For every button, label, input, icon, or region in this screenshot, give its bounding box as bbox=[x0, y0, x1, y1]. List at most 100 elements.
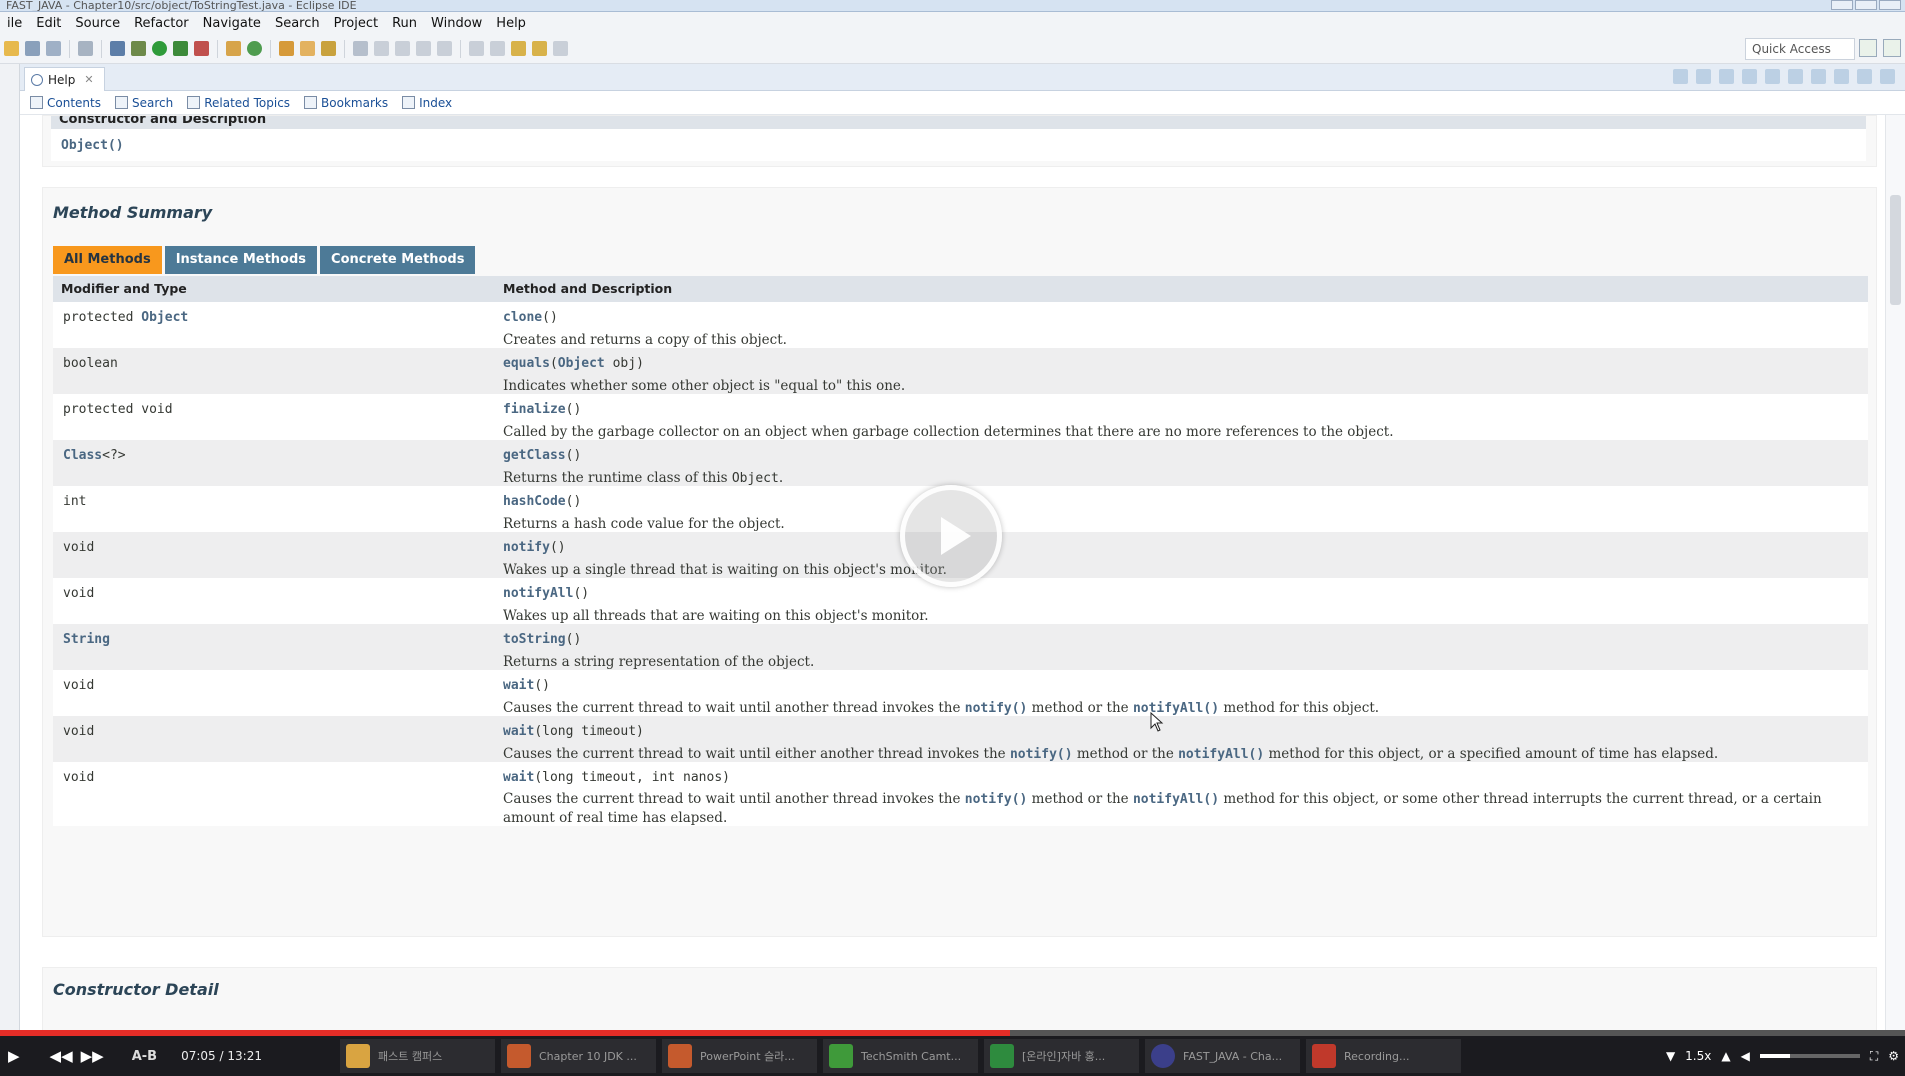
method-link-finalize[interactable]: finalize bbox=[503, 402, 566, 417]
run-icon[interactable] bbox=[152, 41, 167, 56]
method-link-notify[interactable]: notify bbox=[503, 540, 550, 555]
method-link-equals[interactable]: equals bbox=[503, 356, 550, 371]
debug-icon[interactable] bbox=[131, 41, 146, 56]
method-link-wait[interactable]: wait bbox=[503, 678, 534, 693]
settings-icon[interactable]: ⚙ bbox=[1888, 1049, 1899, 1063]
fullscreen-icon[interactable]: ⛶ bbox=[1870, 1049, 1878, 1064]
tab-concrete-methods[interactable]: Concrete Methods bbox=[320, 246, 476, 274]
menu-help[interactable]: Help bbox=[489, 16, 533, 31]
nav-index[interactable]: Index bbox=[402, 96, 452, 110]
search-tool-icon[interactable] bbox=[321, 41, 336, 56]
home-icon[interactable] bbox=[1696, 69, 1711, 84]
play-button-icon[interactable]: ▶ bbox=[8, 1047, 20, 1065]
block-icon[interactable] bbox=[416, 41, 431, 56]
tab-all-methods[interactable]: All Methods bbox=[53, 246, 162, 274]
last-edit-icon[interactable] bbox=[511, 41, 526, 56]
toggle-icon[interactable] bbox=[395, 41, 410, 56]
menu-navigate[interactable]: Navigate bbox=[196, 16, 268, 31]
volume-icon[interactable]: ◀ bbox=[1741, 1049, 1750, 1063]
rewind-icon[interactable]: ◀◀ bbox=[50, 1047, 73, 1065]
coverage-icon[interactable] bbox=[173, 41, 188, 56]
menu-search[interactable]: Search bbox=[268, 16, 327, 31]
new-java-project-icon[interactable] bbox=[226, 41, 241, 56]
type-link[interactable]: Object bbox=[141, 310, 188, 325]
menu-refactor[interactable]: Refactor bbox=[127, 16, 196, 31]
notifyall-link[interactable]: notifyAll() bbox=[1178, 747, 1264, 762]
method-link-wait-timeout-nanos[interactable]: wait bbox=[503, 770, 534, 785]
skip-breakpoints-icon[interactable] bbox=[110, 41, 125, 56]
maximize-button[interactable] bbox=[1855, 0, 1877, 10]
scroll-thumb[interactable] bbox=[1890, 195, 1901, 305]
open-type-icon[interactable] bbox=[279, 41, 294, 56]
external-tools-icon[interactable] bbox=[194, 41, 209, 56]
tab-instance-methods[interactable]: Instance Methods bbox=[164, 246, 318, 274]
method-link-tostring[interactable]: toString bbox=[503, 632, 566, 647]
maximize-view-icon[interactable] bbox=[1880, 69, 1895, 84]
back-icon[interactable] bbox=[532, 41, 547, 56]
taskbar-item[interactable]: 패스트 캠퍼스 bbox=[340, 1039, 495, 1073]
object-constructor-link[interactable]: Object() bbox=[61, 138, 124, 153]
notify-link[interactable]: notify() bbox=[1010, 747, 1073, 762]
open-task-icon[interactable] bbox=[300, 41, 315, 56]
nav-search[interactable]: Search bbox=[114, 96, 173, 110]
annotation-icon[interactable] bbox=[353, 41, 368, 56]
menu-run[interactable]: Run bbox=[385, 16, 424, 31]
forward-arrow-icon[interactable] bbox=[1811, 69, 1826, 84]
param-type-link[interactable]: Object bbox=[558, 356, 605, 371]
bookmark-page-icon[interactable] bbox=[1742, 69, 1757, 84]
method-link-clone[interactable]: clone bbox=[503, 310, 542, 325]
java-perspective-icon[interactable] bbox=[1883, 39, 1901, 57]
paragraph-icon[interactable] bbox=[437, 41, 452, 56]
open-perspective-icon[interactable] bbox=[1859, 39, 1877, 57]
save-all-icon[interactable] bbox=[46, 41, 61, 56]
print-icon[interactable] bbox=[78, 41, 93, 56]
view-menu-icon[interactable] bbox=[1834, 69, 1849, 84]
notify-link[interactable]: notify() bbox=[965, 792, 1028, 807]
pen-icon[interactable] bbox=[374, 41, 389, 56]
play-overlay-button[interactable] bbox=[900, 485, 1002, 587]
menu-file[interactable]: ile bbox=[0, 16, 29, 31]
close-window-button[interactable] bbox=[1879, 0, 1901, 10]
method-link-hashcode[interactable]: hashCode bbox=[503, 494, 566, 509]
menu-edit[interactable]: Edit bbox=[29, 16, 68, 31]
taskbar-item[interactable]: Chapter 10 JDK ... bbox=[501, 1039, 656, 1073]
save-icon[interactable] bbox=[25, 41, 40, 56]
taskbar-item[interactable]: PowerPoint 슬라... bbox=[662, 1039, 817, 1073]
method-link-notifyall[interactable]: notifyAll bbox=[503, 586, 573, 601]
new-class-icon[interactable] bbox=[247, 41, 262, 56]
close-icon[interactable]: ✕ bbox=[84, 69, 93, 91]
method-link-wait-timeout[interactable]: wait bbox=[503, 724, 534, 739]
back-arrow-icon[interactable] bbox=[1788, 69, 1803, 84]
notify-link[interactable]: notify() bbox=[965, 701, 1028, 716]
ab-repeat-button[interactable]: A-B bbox=[132, 1049, 157, 1064]
minimize-view-icon[interactable] bbox=[1857, 69, 1872, 84]
taskbar-item[interactable]: TechSmith Camt... bbox=[823, 1039, 978, 1073]
forward-icon[interactable] bbox=[553, 41, 568, 56]
nav-bookmarks[interactable]: Bookmarks bbox=[304, 96, 388, 110]
notifyall-link[interactable]: notifyAll() bbox=[1133, 701, 1219, 716]
method-link-getclass[interactable]: getClass bbox=[503, 448, 566, 463]
menu-window[interactable]: Window bbox=[424, 16, 489, 31]
open-in-browser-icon[interactable] bbox=[1765, 69, 1780, 84]
fast-forward-icon[interactable]: ▶▶ bbox=[81, 1047, 104, 1065]
next-annotation-icon[interactable] bbox=[469, 41, 484, 56]
vertical-scrollbar[interactable] bbox=[1885, 115, 1905, 1030]
tab-help[interactable]: Help ✕ bbox=[24, 67, 105, 91]
taskbar-item[interactable]: FAST_JAVA - Cha... bbox=[1145, 1039, 1300, 1073]
volume-slider[interactable] bbox=[1759, 1054, 1860, 1058]
new-icon[interactable] bbox=[4, 41, 19, 56]
minimize-button[interactable] bbox=[1831, 0, 1853, 10]
menu-project[interactable]: Project bbox=[327, 16, 385, 31]
type-link[interactable]: Class bbox=[63, 448, 102, 463]
type-link[interactable]: String bbox=[63, 632, 110, 647]
taskbar-item[interactable]: Recording... bbox=[1306, 1039, 1461, 1073]
nav-related-topics[interactable]: Related Topics bbox=[187, 96, 290, 110]
notifyall-link[interactable]: notifyAll() bbox=[1133, 792, 1219, 807]
menu-source[interactable]: Source bbox=[68, 16, 127, 31]
quick-access-field[interactable]: Quick Access bbox=[1745, 38, 1855, 60]
taskbar-item[interactable]: [온라인]자바 홍... bbox=[984, 1039, 1139, 1073]
speed-down-icon[interactable]: ▼ bbox=[1666, 1049, 1675, 1063]
print-page-icon[interactable] bbox=[1719, 69, 1734, 84]
show-in-contents-icon[interactable] bbox=[1673, 69, 1688, 84]
nav-contents[interactable]: Contents bbox=[30, 96, 101, 110]
